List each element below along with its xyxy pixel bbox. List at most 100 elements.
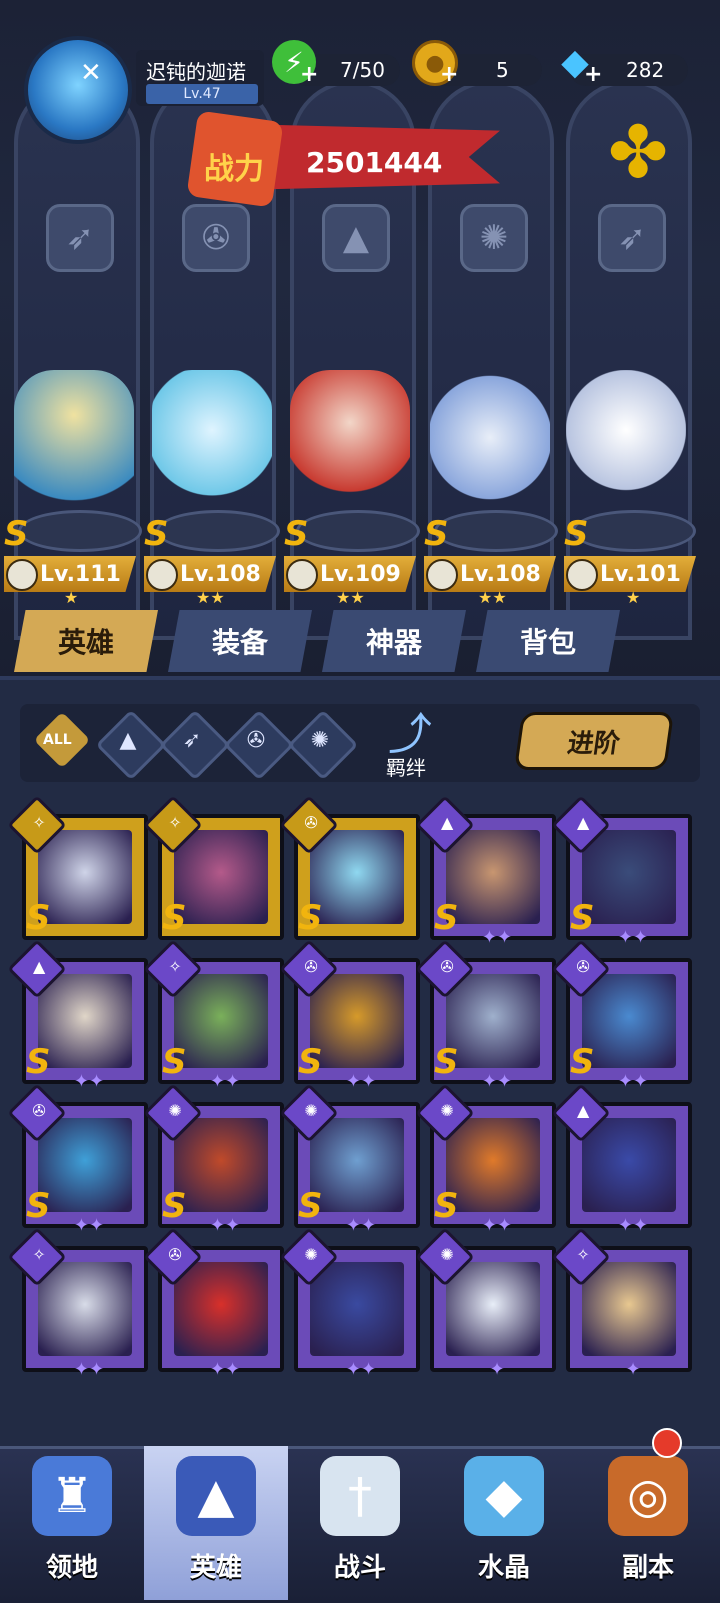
hero-card[interactable]: ✇ ✦✦ xyxy=(143,1227,284,1380)
hero-card[interactable]: ✇ S ✦✦ xyxy=(551,939,692,1092)
hero-card[interactable]: ✺ S ✦✦ xyxy=(279,1083,420,1236)
hero-stars: ✦✦ xyxy=(209,1071,241,1092)
wing-icon xyxy=(566,559,598,591)
hero-card[interactable]: ✧ ✦✦ xyxy=(7,1227,148,1380)
team-hero-1[interactable] xyxy=(14,370,134,520)
claw-icon xyxy=(426,559,458,591)
hero-grid: ✧ S ✧ S ✇ S ▲ S ✦✦ ▲ S ✦✦ ▲ S ✦✦ ✧ S ✦✦ ✇ S ✦✦ ✇ S ✦✦ ✇ S ✦✦ ✇ S ✦✦ ✺ S… xyxy=(7,792,704,1462)
hero-stars: ★★ xyxy=(196,588,225,607)
hero-portrait xyxy=(38,830,132,924)
hat-icon xyxy=(286,559,318,591)
hero-portrait xyxy=(446,830,540,924)
hero-rank: S xyxy=(434,1042,459,1082)
hero-stars: ✦✦ xyxy=(73,1215,105,1236)
hero-rank: S xyxy=(26,1042,51,1082)
hero-portrait xyxy=(582,830,676,924)
hero-portrait xyxy=(582,1262,676,1356)
hero-stars: ✦✦ xyxy=(481,1215,513,1236)
hero-rank: S xyxy=(26,1186,51,1226)
hero-card[interactable]: ▲ S ✦✦ xyxy=(551,795,692,948)
hero-level: Lv.109 xyxy=(320,562,401,587)
bond-label: 羁绊 xyxy=(386,756,426,780)
hero-rank: S xyxy=(298,898,323,938)
hero-stars: ✦ xyxy=(625,1359,641,1380)
hero-rank: S xyxy=(434,898,459,938)
gold-value: 5 xyxy=(496,58,509,82)
hero-portrait xyxy=(310,830,404,924)
hero-rank: S xyxy=(162,1042,187,1082)
team-hero-2[interactable] xyxy=(152,370,272,520)
team-hero-3[interactable] xyxy=(290,370,410,520)
hero-rank: S xyxy=(434,1186,459,1226)
hero-card[interactable]: ✇ S ✦✦ xyxy=(279,939,420,1092)
nav-item[interactable]: † 战斗 xyxy=(288,1446,432,1600)
add-gold-icon[interactable]: + xyxy=(440,62,458,87)
hero-stars: ✦✦ xyxy=(617,1071,649,1092)
hero-stars: ✦✦ xyxy=(209,1359,241,1380)
hero-card[interactable]: ▲ S ✦✦ xyxy=(7,939,148,1092)
hero-rank: S xyxy=(26,898,51,938)
hero-stars: ✦✦ xyxy=(345,1215,377,1236)
nav-item[interactable]: ◆ 水晶 xyxy=(432,1446,576,1600)
wrench-emblem-icon: ✇ xyxy=(182,204,250,272)
team-hero-4[interactable] xyxy=(430,370,550,520)
hero-stars: ✦✦ xyxy=(209,1215,241,1236)
hero-stars: ✦✦ xyxy=(481,927,513,948)
hero-pedestal xyxy=(296,510,420,552)
hero-card[interactable]: ✇ S xyxy=(279,795,420,940)
hero-card[interactable]: ▲ ✦✦ xyxy=(551,1083,692,1236)
hero-card[interactable]: ✧ S xyxy=(7,795,148,940)
claw-icon: ✺ xyxy=(310,728,330,753)
wing-icon: ➶ xyxy=(182,728,202,753)
bond-icon[interactable]: ⤴ xyxy=(372,698,448,760)
hero-portrait xyxy=(174,974,268,1068)
wizard-hat-icon: ▲ xyxy=(176,1456,256,1536)
add-energy-icon[interactable]: + xyxy=(300,62,318,87)
tab-artifacts[interactable]: 神器 xyxy=(322,610,466,672)
hero-card[interactable]: ✧ S xyxy=(143,795,284,940)
formation-settings-icon[interactable]: ✤ xyxy=(596,112,680,192)
hero-card[interactable]: ✧ S ✦✦ xyxy=(143,939,284,1092)
castle-icon: ♜ xyxy=(32,1456,112,1536)
nav-item[interactable]: ♜ 领地 xyxy=(0,1446,144,1600)
hero-level: Lv.108 xyxy=(460,562,541,587)
tab-equipment[interactable]: 装备 xyxy=(168,610,312,672)
hero-pedestal xyxy=(572,510,696,552)
hat-emblem-icon: ▲ xyxy=(322,204,390,272)
add-diamond-icon[interactable]: + xyxy=(584,62,602,87)
hero-card[interactable]: ✺ ✦ xyxy=(415,1227,556,1380)
hero-stars: ✦✦ xyxy=(73,1359,105,1380)
hero-portrait xyxy=(582,974,676,1068)
hero-rank: S xyxy=(298,1186,323,1226)
hero-card[interactable]: ✺ S ✦✦ xyxy=(143,1083,284,1236)
team-hero-5[interactable] xyxy=(566,370,686,520)
crystal-icon: ◆ xyxy=(464,1456,544,1536)
tab-heroes[interactable]: 英雄 xyxy=(14,610,158,672)
hero-card[interactable]: ✇ S ✦✦ xyxy=(415,939,556,1092)
nav-label: 水晶 xyxy=(477,1553,530,1583)
hero-portrait xyxy=(38,1262,132,1356)
hero-card[interactable]: ✇ S ✦✦ xyxy=(7,1083,148,1236)
hero-card[interactable]: ✺ ✦✦ xyxy=(279,1227,420,1380)
hero-stars: ✦✦ xyxy=(481,1071,513,1092)
nav-item[interactable]: ▲ 英雄 xyxy=(144,1446,288,1600)
hero-level: Lv.101 xyxy=(600,562,681,587)
hero-rank: S xyxy=(424,514,449,554)
nav-item[interactable]: ◎ 副本 xyxy=(576,1446,720,1600)
diamond-value: 282 xyxy=(626,58,665,82)
hero-card[interactable]: ✧ ✦ xyxy=(551,1227,692,1380)
hero-card[interactable]: ▲ S ✦✦ xyxy=(415,795,556,948)
avatar-frame-icon: ✕ xyxy=(80,58,102,88)
hero-card[interactable]: ✺ S ✦✦ xyxy=(415,1083,556,1236)
wing-emblem-icon: ➶ xyxy=(598,204,666,272)
hero-portrait xyxy=(174,1262,268,1356)
nav-label: 领地 xyxy=(45,1553,98,1583)
advance-button[interactable]: 进阶 xyxy=(513,712,675,770)
power-label: 战力 xyxy=(204,152,264,187)
hero-rank: S xyxy=(4,514,29,554)
hero-rank: S xyxy=(298,1042,323,1082)
wrench-icon: ✇ xyxy=(246,728,266,753)
hero-portrait xyxy=(38,974,132,1068)
player-avatar[interactable]: ✕ xyxy=(24,36,132,144)
tab-backpack[interactable]: 背包 xyxy=(476,610,620,672)
